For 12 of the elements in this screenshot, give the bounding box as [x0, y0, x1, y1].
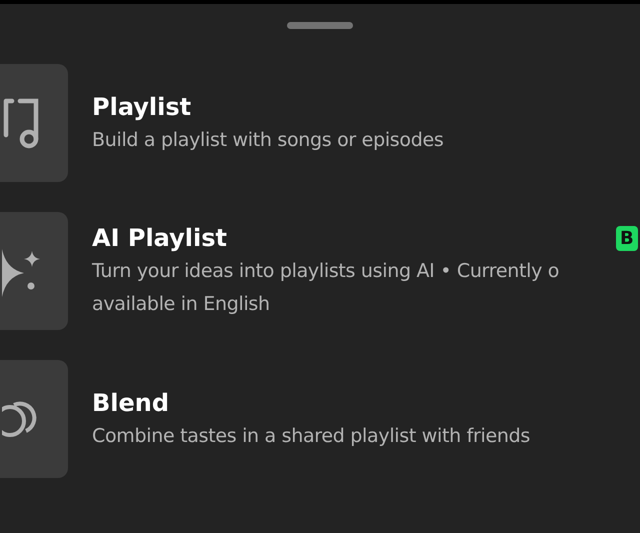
item-title: AI Playlist	[92, 224, 227, 252]
menu-item[interactable]: Playlist Build a playlist with songs or episodes	[0, 64, 640, 182]
item-title: Blend	[92, 388, 170, 416]
drag-handle[interactable]	[287, 22, 353, 29]
item-title: Playlist	[92, 92, 192, 120]
menu-item[interactable]: Blend Combine tastes in a shared playlist with friends	[0, 360, 640, 478]
item-description: available in English	[92, 292, 271, 317]
item-description: Build a playlist with songs or episodes	[92, 128, 444, 152]
status-badge: B	[616, 226, 638, 251]
item-description: Combine tastes in a shared playlist with friends	[92, 424, 530, 448]
menu-item[interactable]: AI Playlist Turn your ideas into playlists using AI • Currently o available in English B	[0, 212, 640, 330]
item-description: Turn your ideas into playlists using AI • Currently o	[92, 259, 560, 284]
